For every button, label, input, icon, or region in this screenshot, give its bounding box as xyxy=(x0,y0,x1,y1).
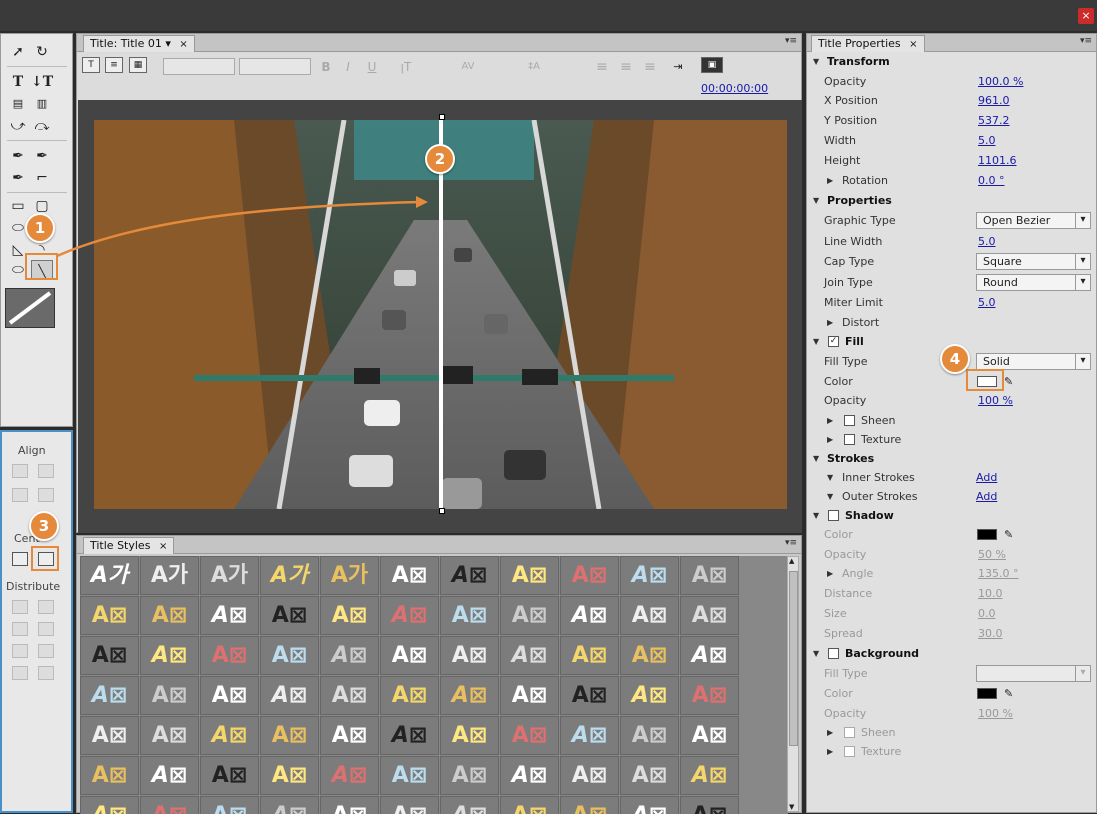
callout-highlight-fill-color xyxy=(966,369,1004,391)
callout-badge-2: 2 xyxy=(425,144,455,174)
callout-highlight-line-tool xyxy=(25,253,58,280)
callout-badge-1: 1 xyxy=(25,213,55,243)
callout-badge-3: 3 xyxy=(29,511,59,541)
callout-highlight-center xyxy=(31,546,59,571)
callout-arrow xyxy=(56,196,428,258)
callout-badge-4: 4 xyxy=(940,344,970,374)
